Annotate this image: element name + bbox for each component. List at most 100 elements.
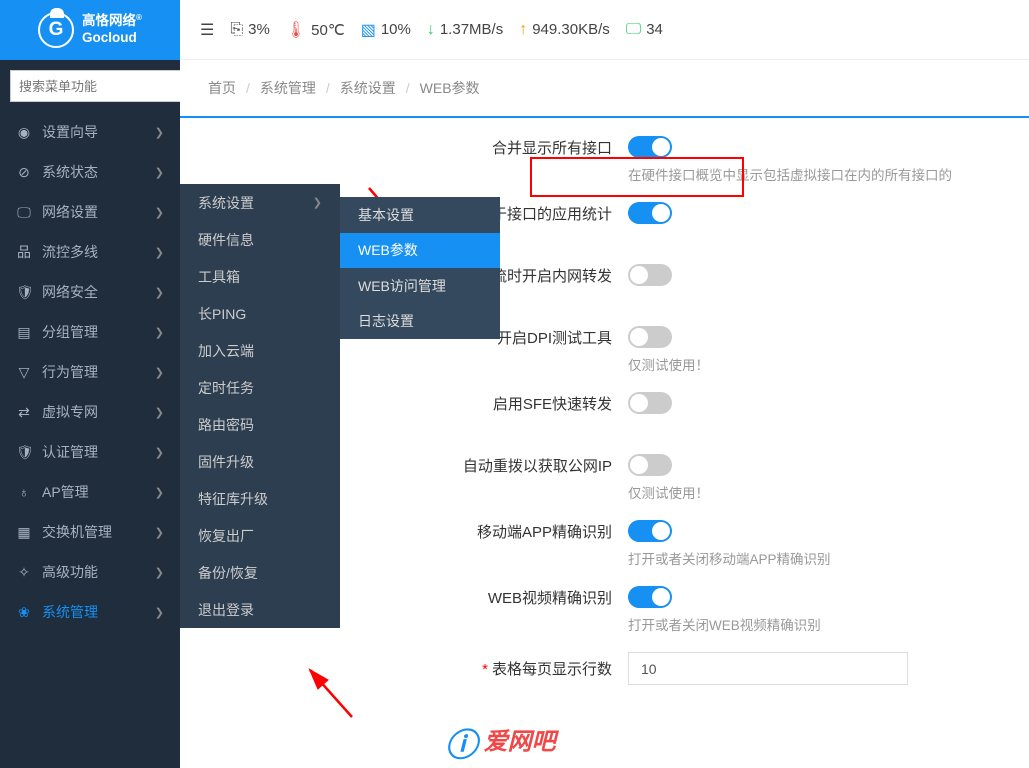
sidebar-item[interactable]: 🖵 网络设置 ❯ — [0, 192, 180, 232]
redial-hint: 仅测试使用！ — [628, 482, 1001, 502]
nav-icon: ✧ — [16, 564, 32, 581]
submenu-label: 恢复出厂 — [198, 526, 254, 546]
submenu-label: 路由密码 — [198, 415, 254, 435]
sidebar-item[interactable]: ▤分组管理❯ — [0, 312, 180, 352]
redial-toggle[interactable] — [628, 454, 672, 476]
cloud-logo-icon: G — [38, 12, 74, 48]
chevron-right-icon: ❯ — [155, 446, 164, 459]
page-rows-input[interactable] — [628, 652, 908, 685]
sidebar-item[interactable]: 🛡 认证管理 ❯ — [0, 432, 180, 472]
nav-icon: 🖵 — [16, 204, 32, 221]
submenu-item[interactable]: 备份/恢复 — [180, 554, 340, 591]
submenu-label: 备份/恢复 — [198, 563, 258, 583]
status-bar: ☰ ⎘3% 🌡50℃ ▧10% ↓1.37MB/s ↑949.30KB/s 🖵3… — [180, 20, 663, 40]
nav-icon: ⊘ — [16, 164, 32, 181]
submenu-item[interactable]: 恢复出厂 — [180, 517, 340, 554]
nav-label: 网络设置 — [42, 202, 98, 222]
breadcrumb: 首页/ 系统管理/ 系统设置/ WEB参数 — [180, 60, 1029, 116]
nav-label: 交换机管理 — [42, 522, 112, 542]
nav-icon: ⇄ — [16, 404, 32, 421]
submenu-item[interactable]: 硬件信息 — [180, 221, 340, 258]
chevron-right-icon: ❯ — [155, 246, 164, 259]
submenu2-item[interactable]: WEB访问管理 — [340, 268, 500, 304]
submenu-item[interactable]: 系统设置❯ — [180, 184, 340, 221]
submenu-item[interactable]: 长PING — [180, 295, 340, 332]
submenu-settings: 基本设置WEB参数WEB访问管理日志设置 — [340, 197, 500, 339]
sidebar-item[interactable]: 🛡网络安全❯ — [0, 272, 180, 312]
submenu-item[interactable]: 定时任务 — [180, 369, 340, 406]
nav-icon: 🛡 — [16, 284, 32, 301]
submenu-label: 特征库升级 — [198, 489, 268, 509]
dpi-hint: 仅测试使用！ — [628, 354, 1001, 374]
chevron-right-icon: ❯ — [155, 606, 164, 619]
nav-icon: ▤ — [16, 324, 32, 341]
sidebar-item[interactable]: ✧高级功能❯ — [0, 552, 180, 592]
submenu-label: 工具箱 — [198, 267, 240, 287]
sidebar-item[interactable]: ❀ 系统管理 ❯ — [0, 592, 180, 632]
nav-label: 认证管理 — [42, 442, 98, 462]
page-rows-label: *表格每页显示行数 — [208, 658, 628, 679]
menu-toggle-icon[interactable]: ☰ — [200, 20, 214, 40]
submenu-label: 系统设置 — [198, 193, 254, 213]
submenu-item[interactable]: 固件升级 — [180, 443, 340, 480]
chevron-right-icon: ❯ — [155, 526, 164, 539]
temp-stat: 🌡50℃ — [286, 20, 345, 40]
submenu-label: 硬件信息 — [198, 230, 254, 250]
nav-label: AP管理 — [42, 482, 89, 502]
app-stats-toggle[interactable] — [628, 202, 672, 224]
sidebar-item[interactable]: ◉设置向导❯ — [0, 112, 180, 152]
merge-display-label: 合并显示所有接口 — [208, 137, 628, 158]
multi-forward-toggle[interactable] — [628, 264, 672, 286]
sidebar-item[interactable]: ▦ 交换机管理 ❯ — [0, 512, 180, 552]
breadcrumb-item[interactable]: 首页 — [208, 78, 236, 98]
chevron-right-icon: ❯ — [155, 486, 164, 499]
video-detect-toggle[interactable] — [628, 586, 672, 608]
breadcrumb-item: WEB参数 — [420, 78, 480, 98]
sfe-toggle[interactable] — [628, 392, 672, 414]
sidebar-item[interactable]: 品流控多线❯ — [0, 232, 180, 272]
sidebar-item[interactable]: ⇄虚拟专网❯ — [0, 392, 180, 432]
upload-stat: ↑949.30KB/s — [519, 21, 610, 39]
nav-label: 系统管理 — [42, 602, 98, 622]
sidebar-item[interactable]: ▽行为管理❯ — [0, 352, 180, 392]
nav-label: 设置向导 — [42, 122, 98, 142]
nav-icon: ❀ — [16, 604, 32, 621]
sidebar-item[interactable]: ⊘系统状态❯ — [0, 152, 180, 192]
logo[interactable]: G 高恪网络® Gocloud — [0, 0, 180, 60]
search-input[interactable] — [10, 70, 180, 102]
submenu2-item[interactable]: 基本设置 — [340, 197, 500, 233]
video-detect-hint: 打开或者关闭WEB视频精确识别 — [628, 614, 1001, 634]
submenu-item[interactable]: 工具箱 — [180, 258, 340, 295]
submenu-item[interactable]: 加入云端 — [180, 332, 340, 369]
nav-icon: ▦ — [16, 524, 32, 541]
chevron-right-icon: ❯ — [155, 206, 164, 219]
submenu-label: 长PING — [198, 304, 246, 324]
submenu-item[interactable]: 退出登录 — [180, 591, 340, 628]
chevron-right-icon: ❯ — [155, 366, 164, 379]
nav-icon: ♁ — [16, 484, 32, 500]
chevron-right-icon: ❯ — [155, 286, 164, 299]
merge-display-toggle[interactable] — [628, 136, 672, 158]
submenu2-item[interactable]: WEB参数 — [340, 233, 500, 269]
app-detect-toggle[interactable] — [628, 520, 672, 542]
breadcrumb-item[interactable]: 系统设置 — [340, 78, 396, 98]
breadcrumb-item[interactable]: 系统管理 — [260, 78, 316, 98]
submenu-system: 系统设置❯ 硬件信息工具箱长PING 加入云端定时任务路由密码固件升级特征库升级恢复… — [180, 184, 340, 628]
nav-icon: 🛡 — [16, 444, 32, 461]
submenu-item[interactable]: 特征库升级 — [180, 480, 340, 517]
chevron-right-icon: ❯ — [155, 566, 164, 579]
submenu-item[interactable]: 路由密码 — [180, 406, 340, 443]
sidebar-item[interactable]: ♁ AP管理 ❯ — [0, 472, 180, 512]
cpu-stat: ⎘3% — [230, 21, 270, 39]
dpi-toggle[interactable] — [628, 326, 672, 348]
watermark: ⓘ 爱网吧 — [445, 720, 556, 766]
search-bar: 🔍 ☰ — [0, 60, 180, 112]
chevron-right-icon: ❯ — [155, 326, 164, 339]
nav-label: 系统状态 — [42, 162, 98, 182]
submenu-label: 退出登录 — [198, 600, 254, 620]
nav-label: 行为管理 — [42, 362, 98, 382]
submenu-label: 加入云端 — [198, 341, 254, 361]
submenu2-item[interactable]: 日志设置 — [340, 304, 500, 340]
chevron-right-icon: ❯ — [155, 406, 164, 419]
nav-label: 流控多线 — [42, 242, 98, 262]
